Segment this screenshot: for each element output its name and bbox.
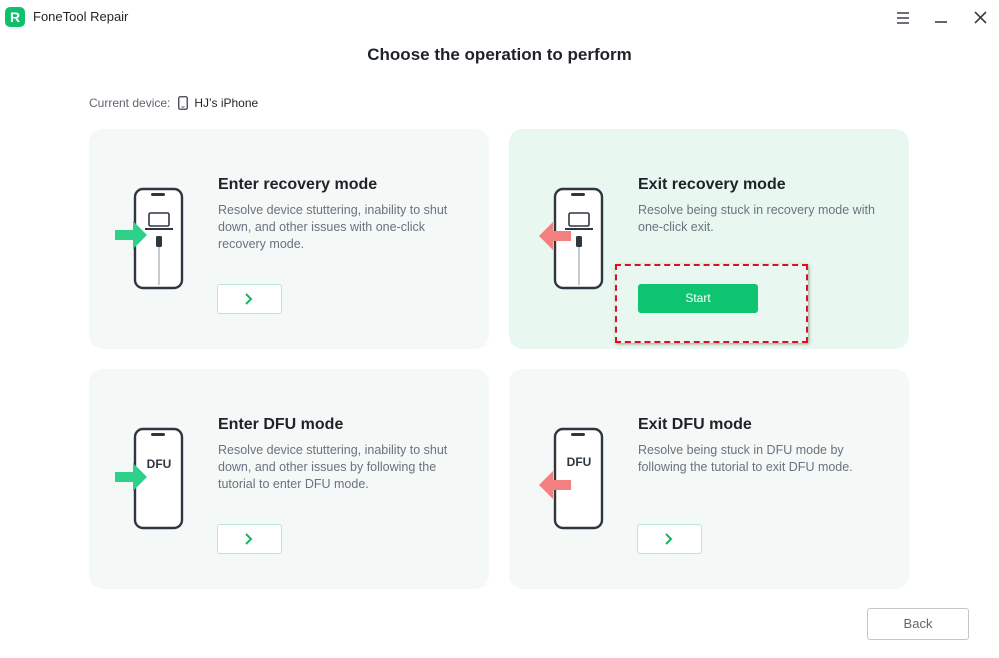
card-title: Exit recovery mode xyxy=(638,176,786,193)
card-title: Enter DFU mode xyxy=(218,416,344,433)
phone-dfu-exit-icon: DFU xyxy=(539,427,604,530)
phone-laptop-cable-exit-icon xyxy=(539,187,604,290)
highlight-annotation xyxy=(615,264,808,343)
minimize-icon[interactable] xyxy=(929,6,953,30)
chevron-right-icon xyxy=(245,533,253,545)
back-button[interactable]: Back xyxy=(867,608,969,640)
card-description: Resolve being stuck in recovery mode wit… xyxy=(638,203,875,234)
current-device-label: Current device: xyxy=(89,96,171,110)
phone-dfu-enter-icon: DFU xyxy=(115,427,184,530)
card-description: Resolve device stuttering, inability to … xyxy=(218,203,448,251)
dfu-label: DFU xyxy=(567,455,592,469)
card-enter-dfu-mode[interactable]: DFU Enter DFU mode Resolve device stutte… xyxy=(89,369,489,589)
current-device: Current device: HJ’s iPhone xyxy=(89,95,258,111)
app-title: FoneTool Repair xyxy=(33,9,129,24)
page-title: Choose the operation to perform xyxy=(367,45,632,64)
card-description: Resolve being stuck in DFU mode by follo… xyxy=(638,443,853,474)
chevron-right-icon xyxy=(245,293,253,305)
close-icon[interactable] xyxy=(968,6,992,30)
dfu-label: DFU xyxy=(147,457,172,471)
exit-dfu-mode-button[interactable] xyxy=(637,524,702,554)
phone-icon xyxy=(178,96,189,110)
app-logo-icon: R xyxy=(5,7,25,27)
phone-laptop-cable-enter-icon xyxy=(115,187,184,290)
enter-dfu-mode-button[interactable] xyxy=(217,524,282,554)
card-enter-recovery-mode[interactable]: Enter recovery mode Resolve device stutt… xyxy=(89,129,489,349)
card-exit-dfu-mode[interactable]: DFU Exit DFU mode Resolve being stuck in… xyxy=(509,369,909,589)
current-device-name: HJ’s iPhone xyxy=(194,96,259,110)
chevron-right-icon xyxy=(665,533,673,545)
enter-recovery-mode-button[interactable] xyxy=(217,284,282,314)
card-title: Exit DFU mode xyxy=(638,416,752,433)
menu-icon[interactable] xyxy=(891,6,915,30)
card-description: Resolve device stuttering, inability to … xyxy=(218,443,448,491)
card-title: Enter recovery mode xyxy=(218,176,378,193)
title-bar: R FoneTool Repair xyxy=(0,0,999,36)
